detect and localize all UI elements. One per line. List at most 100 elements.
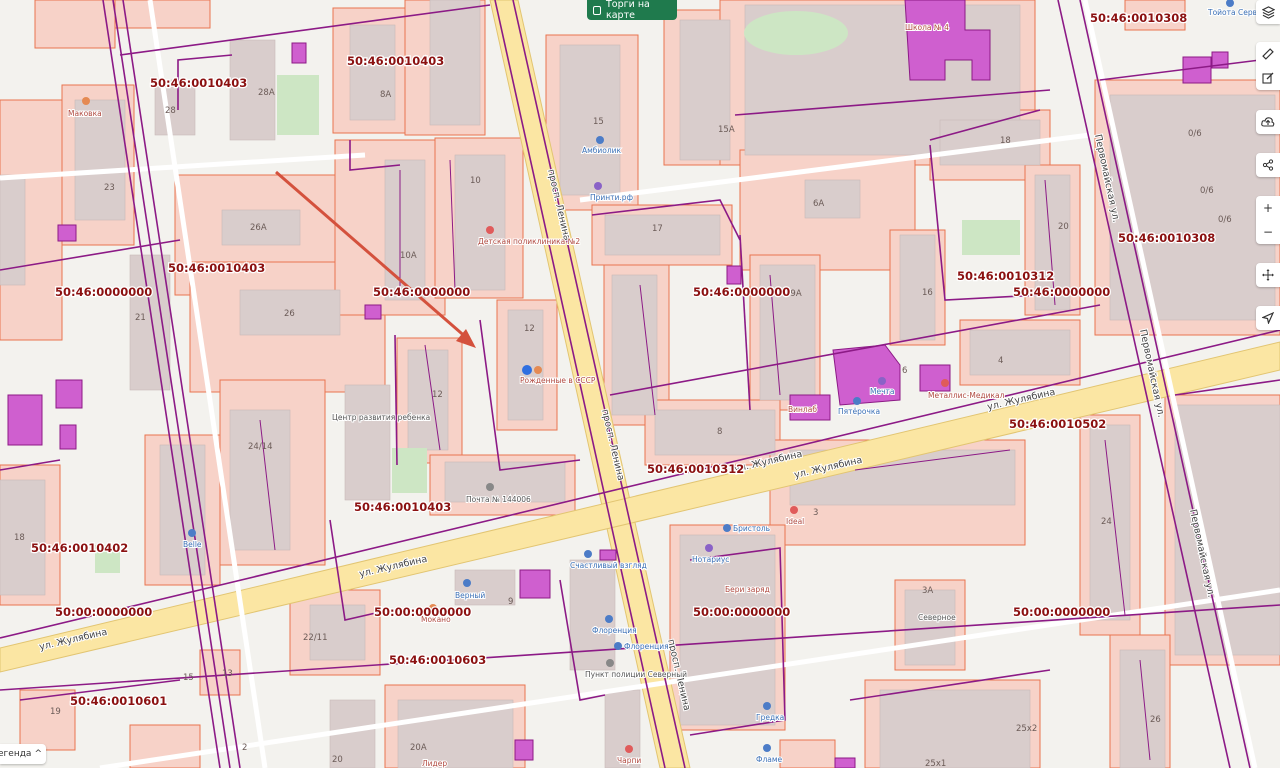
chevron-up-icon: ^ [34,749,42,759]
svg-text:2: 2 [242,743,247,753]
cadastral-label: 50:46:0000000 [55,285,152,299]
svg-text:22/11: 22/11 [303,633,328,643]
cadastral-label: 50:46:0010402 [31,541,128,555]
cadastral-label: 50:46:0010308 [1090,11,1187,25]
svg-text:24: 24 [1101,517,1112,527]
zoom-out-button[interactable]: − [1256,220,1280,244]
svg-text:Чарпи: Чарпи [617,756,641,765]
edit-button[interactable] [1256,66,1280,90]
svg-text:28A: 28A [258,88,275,98]
svg-text:Счастливый взгляд: Счастливый взгляд [570,561,647,570]
layers-button[interactable] [1256,0,1280,24]
svg-text:Нотариус: Нотариус [692,555,729,564]
svg-text:18: 18 [14,533,25,543]
svg-text:17: 17 [652,224,663,234]
svg-text:Пятёрочка: Пятёрочка [838,407,880,416]
svg-text:Центр развития ребенка: Центр развития ребенка [332,413,430,422]
zoom-group: + − [1256,196,1280,244]
svg-text:10А: 10А [400,251,417,261]
svg-text:Бристоль: Бристоль [733,524,770,533]
svg-text:Флоренция: Флоренция [592,626,637,635]
share-button[interactable] [1256,153,1280,177]
svg-text:25х1: 25х1 [925,759,946,768]
auctions-on-map-toggle[interactable]: Торги на карте [587,0,677,21]
cadastral-label: 50:46:0010312 [647,462,744,476]
upload-button[interactable] [1256,110,1280,134]
poi-lider[interactable]: Лидер [421,758,448,768]
svg-text:23: 23 [104,183,115,193]
map-toolbar: + − [1256,0,1280,340]
svg-text:24/14: 24/14 [248,442,273,452]
ruler-icon [1262,48,1274,60]
svg-text:15: 15 [593,117,604,127]
svg-text:Бери заряд: Бери заряд [725,585,770,594]
locate-button[interactable] [1256,306,1280,330]
svg-text:Фламе: Фламе [756,755,783,764]
svg-text:Лидер: Лидер [422,759,447,768]
svg-text:0/6: 0/6 [1200,186,1214,196]
auctions-on-map-label: Торги на карте [606,0,650,21]
svg-text:26: 26 [284,309,295,319]
cadastral-label: 50:46:0010403 [150,76,247,90]
svg-text:19: 19 [50,707,61,717]
ruler-button[interactable] [1256,42,1280,66]
svg-text:Почта № 144006: Почта № 144006 [466,495,531,504]
poi-center[interactable]: Центр развития ребенка [331,412,431,423]
svg-text:26А: 26А [250,223,267,233]
svg-text:Маковка: Маковка [68,109,102,118]
svg-text:0/6: 0/6 [1218,215,1232,225]
svg-text:Детская поликлиника №2: Детская поликлиника №2 [478,237,580,246]
svg-text:3А: 3А [922,586,933,596]
legend-label: егенда [0,749,32,759]
svg-text:Тойота Серви: Тойота Серви [1207,8,1262,17]
svg-text:Флоренция: Флоренция [624,642,669,651]
cadastral-label: 50:46:0010308 [1118,231,1215,245]
svg-text:20: 20 [1058,222,1069,232]
cadastral-label: 50:00:0000000 [55,605,152,619]
svg-text:10: 10 [470,176,481,186]
svg-text:16: 16 [922,288,933,298]
svg-text:25х2: 25х2 [1016,724,1037,734]
svg-text:28: 28 [165,106,176,116]
svg-text:3: 3 [813,508,818,518]
cadastral-label: 50:46:0010502 [1009,417,1106,431]
svg-text:Школа № 4: Школа № 4 [905,23,949,32]
poi-beri-zaryad[interactable]: Бери заряд [724,584,771,595]
svg-text:Винлаб: Винлаб [788,405,817,414]
svg-text:6: 6 [902,366,907,376]
svg-text:12: 12 [524,324,535,334]
svg-text:18: 18 [1000,136,1011,146]
cloud-upload-icon [1261,117,1275,127]
svg-text:Рожденные в СССР: Рожденные в СССР [520,376,596,385]
svg-text:20: 20 [332,755,343,765]
svg-text:26: 26 [1150,715,1161,725]
cadastral-label: 50:00:0000000 [693,605,790,619]
cadastral-label: 50:46:0010603 [389,653,486,667]
locate-icon [1262,312,1274,324]
cadastral-label: 50:46:0000000 [373,285,470,299]
poi-vinlab[interactable]: Винлаб [787,404,818,415]
svg-text:21: 21 [135,313,146,323]
cadastral-map[interactable]: просп. Ленина просп. Ленина просп. Ленин… [0,0,1280,768]
zoom-in-button[interactable]: + [1256,196,1280,220]
layers-icon [1261,5,1275,19]
checkbox-icon[interactable] [593,5,601,15]
svg-text:12: 12 [432,390,443,400]
cadastral-label: 50:46:0000000 [693,285,790,299]
svg-text:0/6: 0/6 [1188,129,1202,139]
svg-text:15А: 15А [718,125,735,135]
move-button[interactable] [1256,263,1280,287]
svg-text:Мечта: Мечта [870,387,894,396]
svg-text:Belle: Belle [183,540,202,549]
poi-school[interactable]: Школа № 4 [904,22,950,33]
svg-text:9: 9 [508,597,513,607]
svg-text:4: 4 [998,356,1003,366]
svg-text:Северное: Северное [918,613,956,622]
svg-text:6А: 6А [813,199,824,209]
cadastral-label: 50:46:0010403 [168,261,265,275]
measure-group [1256,42,1280,90]
poi-severnoe[interactable]: Северное [917,612,957,623]
legend-button[interactable]: егенда ^ [0,744,46,764]
svg-text:Верный: Верный [455,591,485,600]
svg-text:15: 15 [183,673,194,683]
